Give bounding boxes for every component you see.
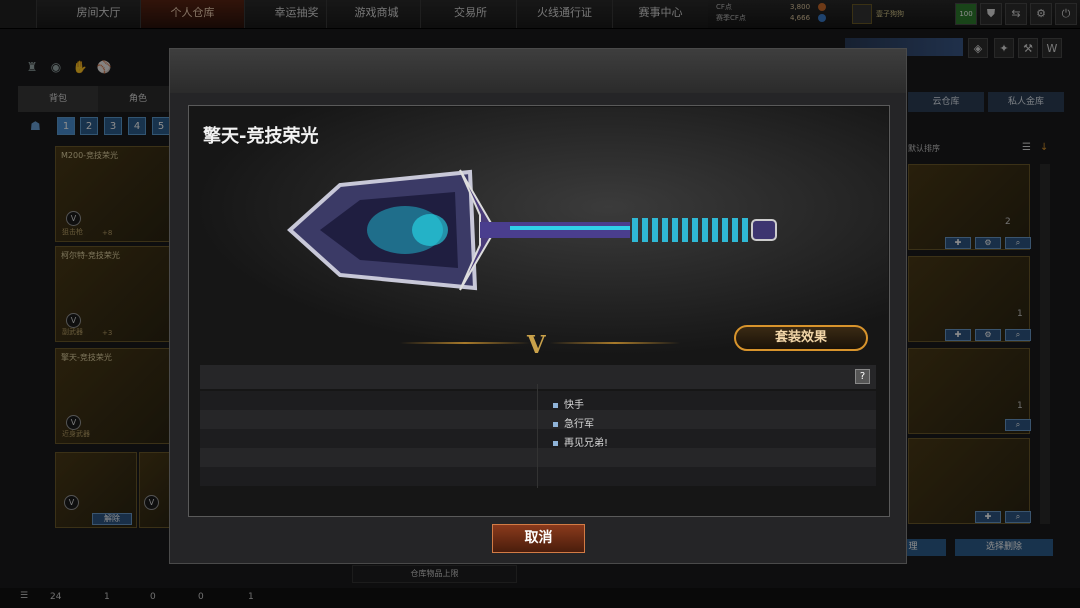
dialog-header: [170, 49, 906, 93]
perk-item: 急行军: [553, 415, 594, 430]
table-row: [200, 448, 876, 467]
table-row: [200, 391, 876, 410]
table-row: [200, 429, 876, 448]
perk-item: 再见兄弟!: [553, 434, 608, 449]
table-header-row: [200, 365, 876, 389]
perk-item: 快手: [553, 396, 584, 411]
help-button[interactable]: ?: [855, 369, 870, 384]
weapon-image: [287, 169, 777, 291]
weapon-title: 擎天-竞技荣光: [203, 126, 319, 147]
table-row: [200, 410, 876, 429]
v-emblem-icon: V: [527, 330, 546, 359]
divider-left: [400, 342, 530, 344]
table-divider: [537, 384, 538, 488]
table-row: [200, 467, 876, 486]
divider-right: [550, 342, 680, 344]
suit-effect-button[interactable]: 套装效果: [734, 325, 868, 351]
cancel-button[interactable]: 取消: [492, 524, 585, 553]
